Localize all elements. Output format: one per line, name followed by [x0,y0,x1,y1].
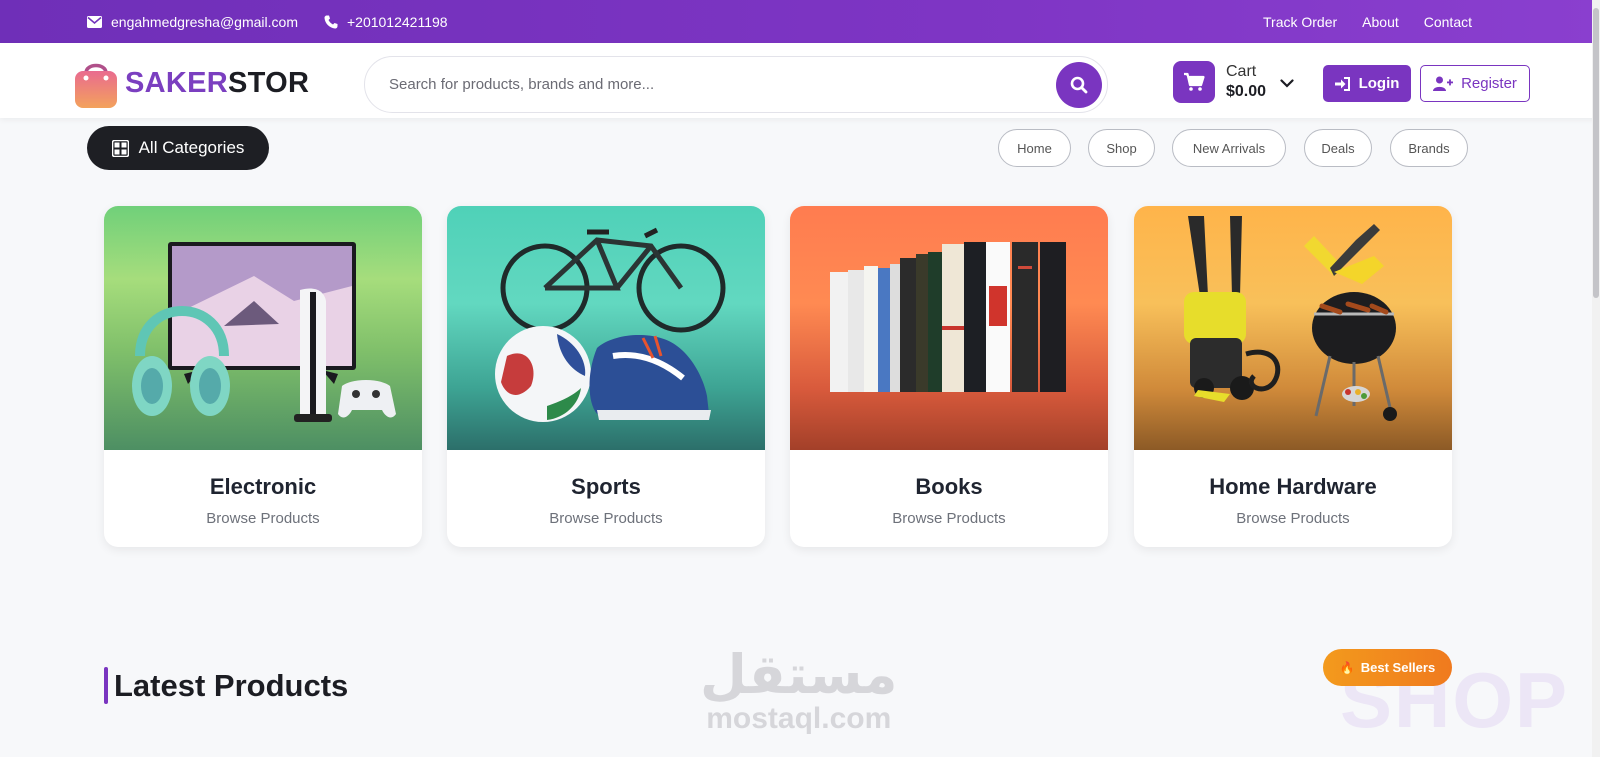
contact-phone[interactable]: +201012421198 [324,14,448,30]
latest-products-heading: Latest Products [104,667,348,704]
page-scrollbar[interactable] [1592,0,1600,757]
search-icon [1070,76,1088,93]
register-button[interactable]: Register [1420,65,1530,102]
all-categories-label: All Categories [138,138,245,157]
category-subtitle[interactable]: Browse Products [790,510,1108,527]
about-link[interactable]: About [1362,14,1399,30]
logo-part-2: STOR [228,66,310,99]
category-title: Sports [571,474,641,499]
main-header: SAKERSTOR Cart $0.00 Login Register [0,43,1600,118]
electronic-image [104,206,422,450]
category-subtitle[interactable]: Browse Products [447,510,765,527]
envelope-icon [87,15,102,28]
scrollbar-thumb[interactable] [1593,8,1599,298]
logo-text: SAKERSTOR [125,67,309,100]
mostaql-watermark: مستقل mostaql.com [700,648,898,734]
track-order-link[interactable]: Track Order [1263,14,1337,30]
category-title: Electronic [209,474,317,499]
category-nav: All Categories Home Shop New Arrivals De… [0,126,1600,170]
category-card-books[interactable]: Books Browse Products [790,206,1108,547]
shopping-cart-icon [1184,72,1205,91]
login-button[interactable]: Login [1323,65,1411,102]
nav-shop[interactable]: Shop [1088,129,1155,167]
nav-brands[interactable]: Brands [1390,129,1468,167]
user-plus-icon [1433,76,1454,91]
home-hardware-image [1134,206,1452,450]
category-subtitle[interactable]: Browse Products [104,510,422,527]
sign-in-icon [1334,76,1350,91]
phone-icon [324,15,338,28]
search-button[interactable] [1056,61,1102,108]
best-sellers-badge[interactable]: 🔥 Best Sellers [1323,649,1452,686]
nav-deals[interactable]: Deals [1304,129,1372,167]
mostaql-watermark-arabic: مستقل [700,643,898,706]
chevron-down-icon[interactable] [1280,78,1294,88]
latest-products-title: Latest Products [114,667,349,703]
heading-accent-bar [104,667,108,704]
logo-part-1: SAKER [125,66,229,99]
fire-icon: 🔥 [1339,660,1355,675]
contact-email[interactable]: engahmedgresha@gmail.com [87,14,298,30]
site-logo[interactable]: SAKERSTOR [73,57,309,109]
cart-button[interactable] [1173,61,1215,103]
nav-home[interactable]: Home [998,129,1071,167]
search-bar [364,56,1108,113]
sports-image [447,206,765,450]
register-label: Register [1461,75,1517,92]
books-image [790,206,1108,450]
grid-icon [111,139,129,157]
cart-label: Cart [1226,63,1257,80]
category-title: Books [915,474,983,499]
all-categories-button[interactable]: All Categories [87,126,269,170]
shopping-bag-icon [75,63,117,108]
email-text: engahmedgresha@gmail.com [111,13,298,30]
search-input[interactable] [389,76,1056,93]
contact-link[interactable]: Contact [1424,14,1472,30]
cart-total: $0.00 [1226,83,1267,100]
best-sellers-label: Best Sellers [1360,660,1436,675]
login-label: Login [1358,75,1400,92]
top-bar: engahmedgresha@gmail.com +201012421198 T… [0,0,1600,43]
category-title: Home Hardware [1209,474,1377,499]
category-card-electronic[interactable]: Electronic Browse Products [104,206,422,547]
phone-text: +201012421198 [346,13,448,30]
nav-new-arrivals[interactable]: New Arrivals [1172,129,1286,167]
cart-widget[interactable]: Cart $0.00 [1173,61,1294,103]
category-subtitle[interactable]: Browse Products [1134,510,1452,527]
category-card-sports[interactable]: Sports Browse Products [447,206,765,547]
mostaql-watermark-url: mostaql.com [706,702,892,735]
category-card-home-hardware[interactable]: Home Hardware Browse Products [1134,206,1452,547]
